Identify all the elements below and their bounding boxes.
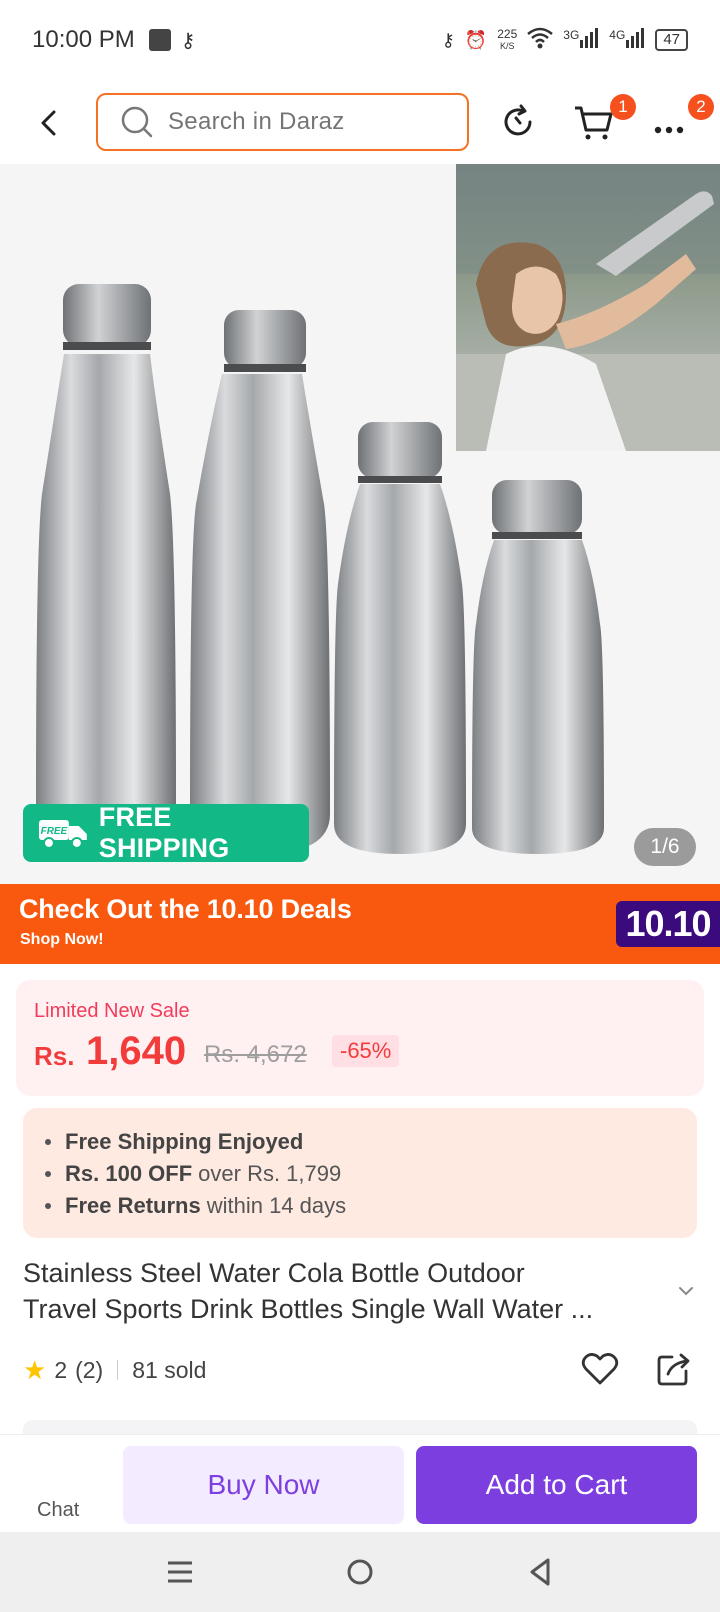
search-placeholder: Search in Daraz bbox=[168, 108, 345, 135]
product-title-line2: Travel Sports Drink Bottles Single Wall … bbox=[23, 1294, 594, 1324]
product-title[interactable]: Stainless Steel Water Cola Bottle Outdoo… bbox=[23, 1255, 663, 1327]
discount-badge: -65% bbox=[332, 1035, 400, 1067]
benefit-item: Rs. 100 OFF over Rs. 1,799 bbox=[45, 1158, 697, 1190]
benefits-panel[interactable]: Free Shipping Enjoyed Rs. 100 OFF over Rs… bbox=[23, 1108, 697, 1238]
notification-icon bbox=[148, 29, 171, 51]
chevron-down-icon[interactable] bbox=[676, 1281, 696, 1301]
benefit-bold: Rs. 100 OFF bbox=[65, 1161, 193, 1186]
key-icon: ⚷ bbox=[441, 29, 455, 50]
battery-icon: 47 bbox=[655, 29, 688, 51]
star-icon: ★ bbox=[23, 1354, 47, 1385]
rating-row[interactable]: ★ 2 (2) 81 sold bbox=[23, 1352, 206, 1388]
more-badge: 2 bbox=[688, 94, 714, 120]
cart-button[interactable]: 1 bbox=[572, 94, 636, 144]
chat-button[interactable]: Chat bbox=[37, 1499, 79, 1522]
bullet-icon bbox=[45, 1203, 51, 1209]
net-speed: 225 K/S bbox=[497, 26, 518, 52]
review-count: (2) bbox=[75, 1356, 104, 1383]
status-indicators: ⚷ ⏰ 225 K/S 3G 4G 47 bbox=[442, 27, 688, 54]
cart-badge: 1 bbox=[610, 94, 636, 120]
bullet-icon bbox=[45, 1139, 51, 1145]
benefit-bold: Free Shipping Enjoyed bbox=[65, 1129, 304, 1154]
menu-icon[interactable] bbox=[160, 1552, 200, 1592]
bottom-action-bar: Chat Buy Now Add to Cart bbox=[0, 1434, 720, 1532]
promo-banner[interactable]: Check Out the 10.10 Deals Shop Now! 10.1… bbox=[0, 884, 720, 964]
home-circle-icon[interactable] bbox=[340, 1552, 380, 1592]
current-price: 1,640 bbox=[86, 1029, 187, 1073]
status-time: 10:00 PM bbox=[32, 26, 135, 53]
price-currency: Rs. bbox=[34, 1041, 75, 1071]
product-title-line1: Stainless Steel Water Cola Bottle Outdoo… bbox=[23, 1258, 525, 1288]
signal-4g-label: 4G bbox=[609, 27, 626, 42]
signal-3g-label: 3G bbox=[563, 27, 580, 42]
search-input[interactable]: Search in Daraz bbox=[96, 93, 469, 151]
banner-title: Check Out the 10.10 Deals bbox=[19, 894, 352, 924]
benefit-bold: Free Returns bbox=[65, 1193, 201, 1218]
banner-subtitle: Shop Now! bbox=[20, 931, 104, 948]
more-menu-button[interactable]: 2 bbox=[652, 94, 714, 144]
benefit-text: over Rs. 1,799 bbox=[198, 1161, 342, 1186]
back-triangle-icon[interactable] bbox=[520, 1552, 560, 1592]
status-bar: 10:00 PM ⚷ ⚷ ⏰ 225 K/S 3G 4G 47 bbox=[0, 0, 720, 80]
share-icon[interactable] bbox=[654, 1349, 694, 1389]
refresh-icon[interactable] bbox=[496, 100, 540, 144]
product-detail-screen: 10:00 PM ⚷ ⚷ ⏰ 225 K/S 3G 4G 47 Search i… bbox=[0, 0, 720, 1612]
alarm-icon: ⏰ bbox=[464, 29, 488, 50]
signal-4g-icon: 4G bbox=[609, 27, 645, 53]
divider bbox=[117, 1360, 119, 1380]
heart-icon[interactable] bbox=[580, 1349, 620, 1389]
woman-drinking-image bbox=[456, 164, 720, 451]
bullet-icon bbox=[45, 1171, 51, 1177]
price-card: Limited New Sale Rs. 1,640 Rs. 4,672 -65… bbox=[16, 980, 704, 1096]
net-speed-value: 225 bbox=[497, 26, 518, 41]
original-price: Rs. 4,672 bbox=[204, 1041, 307, 1068]
signal-3g-icon: 3G bbox=[563, 27, 599, 53]
lifestyle-photo bbox=[456, 164, 720, 451]
rating-value: 2 bbox=[54, 1356, 68, 1383]
top-header: Search in Daraz 1 2 bbox=[0, 88, 720, 158]
free-shipping-label: FREE SHIPPING bbox=[98, 802, 230, 863]
search-icon bbox=[121, 106, 153, 138]
more-dots-icon bbox=[654, 126, 684, 134]
benefit-item: Free Returns within 14 days bbox=[45, 1190, 697, 1222]
sold-count: 81 sold bbox=[132, 1356, 207, 1383]
vpn-key-icon: ⚷ bbox=[180, 29, 196, 52]
buy-now-button[interactable]: Buy Now bbox=[123, 1446, 404, 1524]
add-to-cart-button[interactable]: Add to Cart bbox=[416, 1446, 697, 1524]
benefit-item: Free Shipping Enjoyed bbox=[45, 1126, 697, 1158]
wifi-icon bbox=[527, 27, 554, 54]
benefit-text: within 14 days bbox=[206, 1193, 347, 1218]
product-image-gallery[interactable]: FREE FREE SHIPPING 1/6 bbox=[0, 164, 720, 884]
net-speed-unit: K/S bbox=[500, 40, 515, 51]
system-nav-bar bbox=[0, 1532, 720, 1612]
image-pager: 1/6 bbox=[634, 828, 696, 866]
back-arrow-icon[interactable] bbox=[32, 106, 66, 140]
delivery-truck-icon: FREE bbox=[38, 820, 87, 849]
banner-logo: 10.10 bbox=[616, 901, 720, 947]
sale-label: Limited New Sale bbox=[34, 1000, 190, 1022]
free-tag-text: FREE bbox=[41, 826, 68, 837]
free-shipping-badge: FREE FREE SHIPPING bbox=[23, 802, 309, 863]
